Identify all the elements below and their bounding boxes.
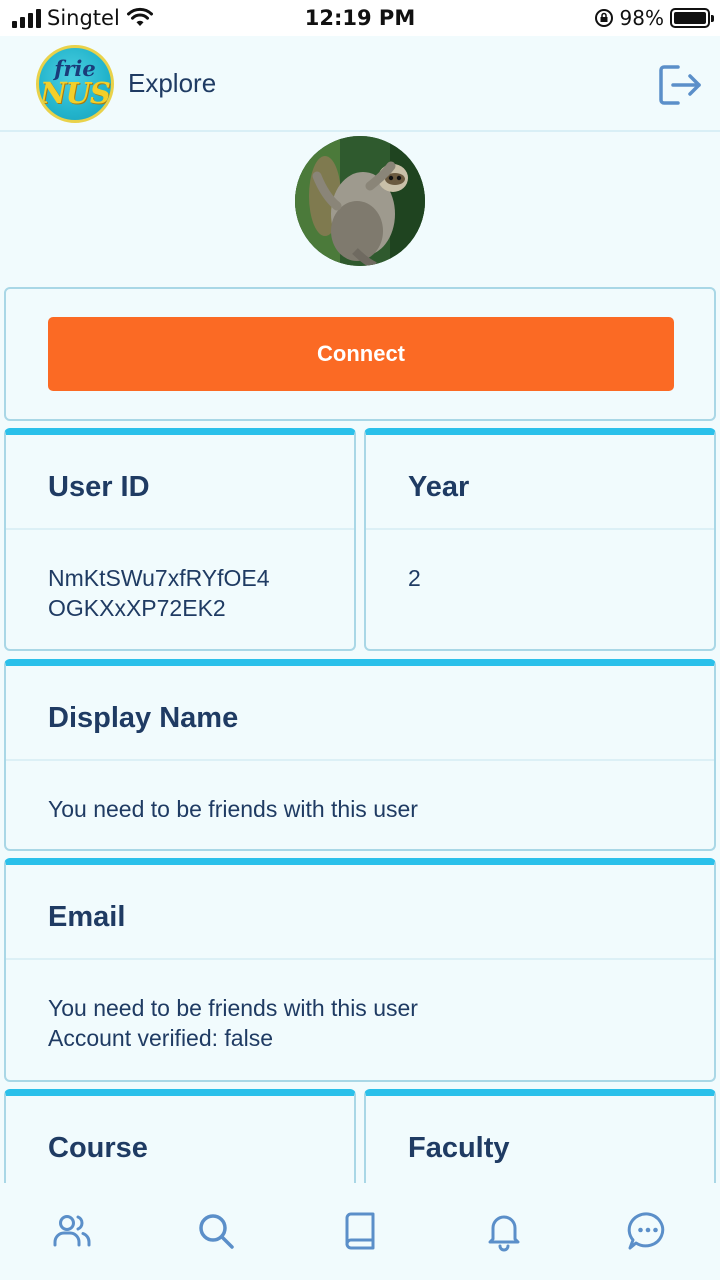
logout-icon bbox=[659, 65, 701, 105]
nav-item-search[interactable] bbox=[194, 1209, 238, 1253]
card-header: User ID bbox=[6, 435, 354, 530]
nav-item-messages[interactable] bbox=[626, 1209, 670, 1253]
book-icon bbox=[345, 1212, 375, 1250]
app-header: frie NUS Explore bbox=[0, 36, 720, 132]
user-id-value: NmKtSWu7xfRYfOE4 OGKXxXP72EK2 bbox=[48, 563, 336, 623]
account-verified-text: Account verified: false bbox=[48, 1025, 274, 1051]
display-name-title: Display Name bbox=[48, 702, 239, 734]
sloth-avatar-image bbox=[295, 136, 425, 266]
year-value: 2 bbox=[408, 565, 421, 591]
card-header: Email bbox=[6, 865, 714, 960]
nav-item-library[interactable] bbox=[338, 1209, 382, 1253]
card-header: Faculty bbox=[366, 1096, 714, 1191]
display-name-value: You need to be friends with this user bbox=[48, 796, 418, 822]
card-header: Display Name bbox=[6, 666, 714, 761]
nav-item-notifications[interactable] bbox=[482, 1209, 526, 1253]
email-card: Email You need to be friends with this u… bbox=[4, 858, 716, 1082]
orientation-lock-icon bbox=[594, 9, 613, 27]
status-right: 98% bbox=[594, 6, 714, 30]
course-title: Course bbox=[48, 1132, 148, 1164]
user-id-title: User ID bbox=[48, 471, 150, 503]
bottom-navigation bbox=[0, 1183, 720, 1280]
email-value-text: You need to be friends with this user bbox=[48, 995, 418, 1021]
bell-icon bbox=[488, 1215, 520, 1252]
display-name-card: Display Name You need to be friends with… bbox=[4, 659, 716, 851]
user-id-value-line-2: OGKXxXP72EK2 bbox=[48, 595, 226, 621]
user-avatar bbox=[295, 136, 425, 266]
card-header: Year bbox=[366, 435, 714, 530]
battery-icon bbox=[670, 8, 714, 28]
logo-text-bottom: NUS bbox=[40, 76, 111, 110]
connect-button[interactable]: Connect bbox=[48, 317, 674, 391]
year-card: Year 2 bbox=[364, 428, 716, 651]
battery-percentage: 98% bbox=[619, 6, 664, 30]
year-title: Year bbox=[408, 471, 470, 503]
users-icon bbox=[53, 1215, 91, 1247]
search-icon bbox=[199, 1214, 234, 1249]
page-title: Explore bbox=[128, 68, 217, 98]
user-id-card: User ID NmKtSWu7xfRYfOE4 OGKXxXP72EK2 bbox=[4, 428, 356, 651]
nav-item-friends[interactable] bbox=[50, 1209, 94, 1253]
email-title: Email bbox=[48, 901, 126, 933]
app-logo[interactable]: frie NUS bbox=[36, 45, 114, 123]
email-value: You need to be friends with this user Ac… bbox=[48, 993, 696, 1053]
faculty-title: Faculty bbox=[408, 1132, 510, 1164]
user-id-value-line-1: NmKtSWu7xfRYfOE4 bbox=[48, 565, 270, 591]
chat-icon bbox=[627, 1212, 665, 1250]
logout-button[interactable] bbox=[656, 62, 704, 108]
status-bar: Singtel 12:19 PM 98% bbox=[0, 0, 720, 36]
connect-card: Connect bbox=[4, 287, 716, 421]
card-header: Course bbox=[6, 1096, 354, 1191]
